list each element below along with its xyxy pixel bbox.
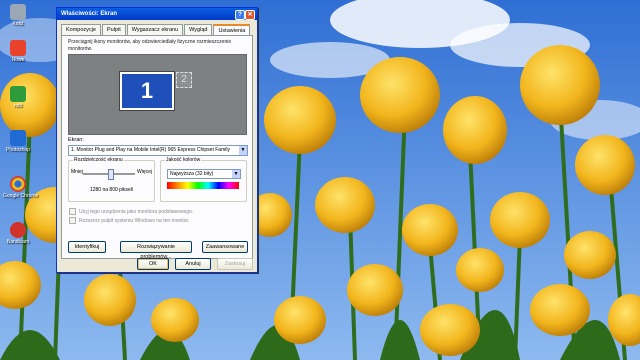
tab-appearance[interactable]: Wygląd <box>184 24 213 35</box>
desktop-icon-rotti[interactable]: rotti <box>3 86 33 109</box>
help-button[interactable]: ? <box>235 10 245 20</box>
extend-desktop-checkbox[interactable] <box>69 217 76 224</box>
photoshop-icon <box>10 130 26 146</box>
desktop-icon-nowe[interactable]: Nowe <box>3 40 33 63</box>
app-icon <box>10 40 26 56</box>
desktop-icon-recycle-bin[interactable]: Kosz <box>3 4 33 27</box>
monitor-2[interactable]: 2 <box>176 72 192 88</box>
display-select[interactable]: 1. Monitor Plug and Play na Mobile Intel… <box>68 145 248 156</box>
display-select-value: 1. Monitor Plug and Play na Mobile Intel… <box>71 147 230 153</box>
resolution-slider-thumb[interactable] <box>108 169 115 180</box>
settings-panel: Przeciągnij ikony monitorów, aby odzwier… <box>61 35 253 260</box>
tab-desktop[interactable]: Pulpit <box>101 24 126 35</box>
resolution-group-title: Rozdzielczość ekranu <box>73 157 124 163</box>
advanced-button[interactable]: Zaawansowane <box>202 241 248 253</box>
color-quality-select[interactable]: Najwyższa (32 bity) ▼ <box>167 169 241 179</box>
color-preview-strip <box>167 182 239 189</box>
color-quality-group-title: Jakość kolorów <box>165 157 202 163</box>
desktop-icon-bandicam[interactable]: Bandicam <box>3 222 33 245</box>
primary-monitor-checkbox[interactable] <box>69 208 76 215</box>
identify-button[interactable]: Identyfikuj <box>68 241 106 253</box>
chrome-icon <box>10 176 26 192</box>
monitor-arrangement-description: Przeciągnij ikony monitorów, aby odzwier… <box>68 39 232 52</box>
color-quality-value: Najwyższa (32 bity) <box>170 171 214 177</box>
chevron-down-icon[interactable]: ▼ <box>239 146 247 155</box>
display-label: Ekran: <box>68 137 84 143</box>
recycle-bin-icon <box>10 4 26 20</box>
resolution-value: 1280 na 800 pikseli <box>89 187 134 193</box>
monitor-1[interactable]: 1 <box>119 71 175 111</box>
monitor-arrangement-area: 1 2 <box>68 54 247 135</box>
color-quality-group: Jakość kolorów Najwyższa (32 bity) ▼ <box>160 157 247 202</box>
extend-desktop-label: Rozszerz pulpit systemu Windows na ten m… <box>79 217 190 224</box>
tab-strip: Kompozycje Pulpit Wygaszacz ekranu Wyglą… <box>61 24 251 37</box>
ok-button[interactable]: OK <box>137 258 169 270</box>
resolution-group: Rozdzielczość ekranu Mniej Więcej 1280 n… <box>68 157 155 202</box>
display-properties-dialog: Właściwości: Ekran ? ✕ Kompozycje Pulpit… <box>56 7 258 273</box>
app-icon <box>10 86 26 102</box>
primary-monitor-checkbox-row[interactable]: Użyj tego urządzenia jako monitora podst… <box>69 208 193 215</box>
troubleshoot-button[interactable]: Rozwiązywanie problemów... <box>120 241 192 260</box>
bandicam-icon <box>10 222 26 238</box>
desktop-icon-chrome[interactable]: Google Chrome <box>3 176 38 199</box>
resolution-less-label: Mniej <box>71 169 83 175</box>
resolution-slider[interactable] <box>83 169 135 180</box>
dialog-title: Właściwości: Ekran <box>61 11 118 17</box>
resolution-more-label: Więcej <box>136 169 152 175</box>
extend-desktop-checkbox-row[interactable]: Rozszerz pulpit systemu Windows na ten m… <box>69 217 189 224</box>
tab-screensaver[interactable]: Wygaszacz ekranu <box>126 24 184 35</box>
cancel-button[interactable]: Anuluj <box>175 258 211 270</box>
chevron-down-icon[interactable]: ▼ <box>232 170 240 178</box>
tab-themes[interactable]: Kompozycje <box>61 24 101 35</box>
primary-monitor-label: Użyj tego urządzenia jako monitora podst… <box>79 208 194 215</box>
apply-button[interactable]: Zastosuj <box>217 258 253 270</box>
desktop-icon-photoshop[interactable]: Photoshop <box>3 130 33 153</box>
close-button[interactable]: ✕ <box>245 10 255 20</box>
dialog-titlebar[interactable]: Właściwości: Ekran ? ✕ <box>57 8 257 20</box>
